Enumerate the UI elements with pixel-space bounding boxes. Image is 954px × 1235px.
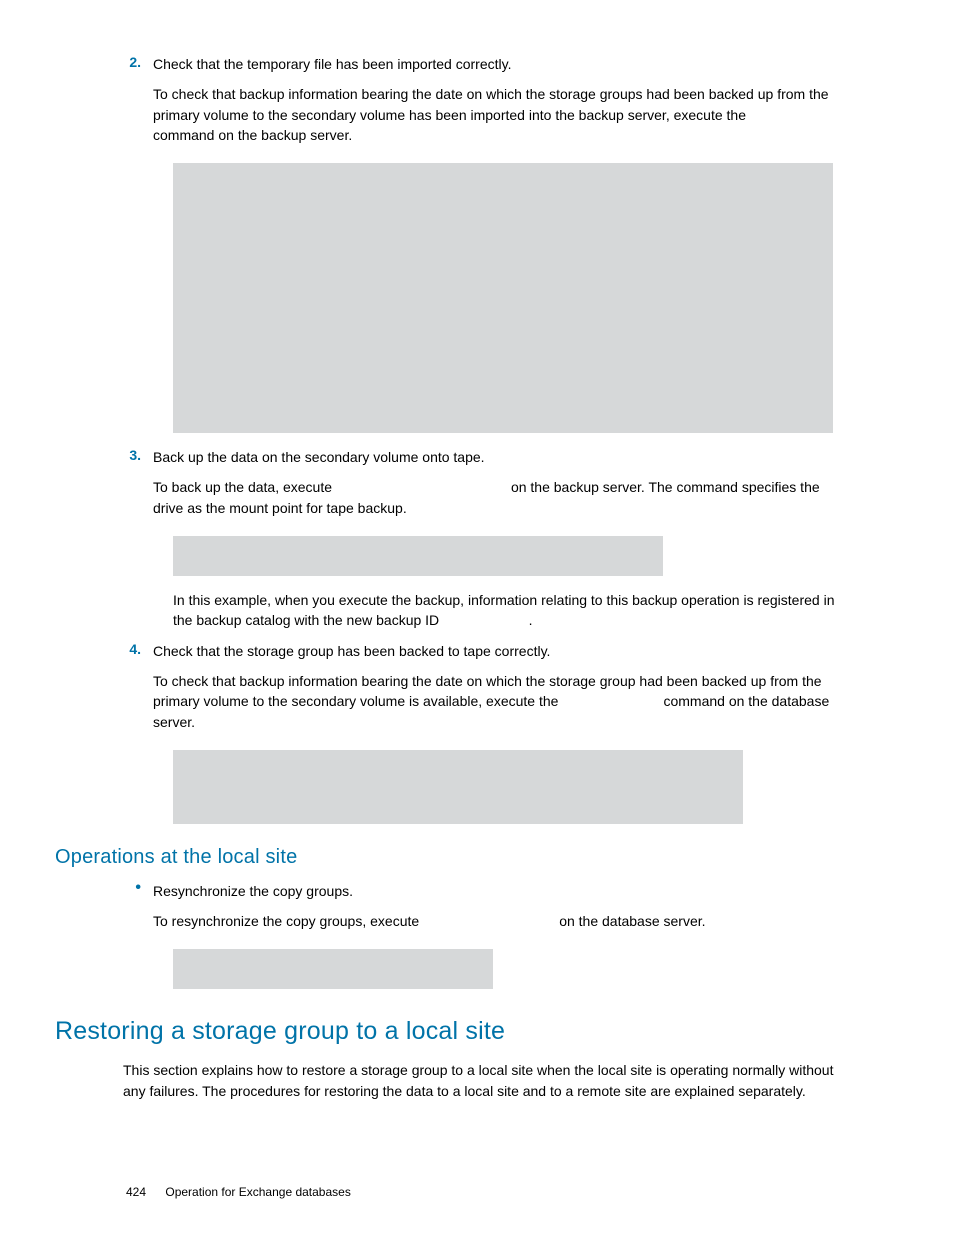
list-marker: 3.	[123, 447, 153, 463]
bullet-icon: •	[123, 881, 153, 895]
step-paragraph: To check that backup information bearing…	[153, 671, 856, 732]
list-item: 3. Back up the data on the secondary vol…	[123, 447, 856, 528]
list-item: 2. Check that the temporary file has bee…	[123, 54, 856, 155]
text-fragment: on the backup server. The command specif…	[511, 479, 820, 495]
list-item-body: Back up the data on the secondary volume…	[153, 447, 856, 528]
followup-paragraph: In this example, when you execute the ba…	[173, 590, 856, 631]
code-block	[173, 163, 833, 433]
step-title: Check that the temporary file has been i…	[153, 54, 856, 74]
code-block	[173, 949, 493, 989]
document-page: 2. Check that the temporary file has bee…	[0, 0, 954, 1235]
page-number: 424	[126, 1185, 146, 1199]
list-item-body: Check that the temporary file has been i…	[153, 54, 856, 155]
main-content: 2. Check that the temporary file has bee…	[103, 54, 856, 1101]
section-paragraph: This section explains how to restore a s…	[123, 1060, 856, 1101]
subsection-heading: Operations at the local site	[55, 846, 856, 869]
text-fragment: command on the backup server.	[153, 127, 352, 143]
text-fragment: on the database server.	[559, 913, 705, 929]
list-item: 4. Check that the storage group has been…	[123, 641, 856, 742]
list-marker: 2.	[123, 54, 153, 70]
text-fragment: To back up the data, execute	[153, 479, 332, 495]
code-block	[173, 536, 663, 576]
text-fragment: drive as the mount point for tape backup…	[153, 500, 407, 516]
step-title: Resynchronize the copy groups.	[153, 881, 856, 901]
list-item: • Resynchronize the copy groups. To resy…	[123, 881, 856, 942]
text-fragment: To resynchronize the copy groups, execut…	[153, 913, 419, 929]
ordered-list: 2. Check that the temporary file has bee…	[123, 54, 856, 824]
section-heading: Restoring a storage group to a local sit…	[55, 1017, 856, 1046]
text-fragment: .	[529, 612, 533, 628]
step-title: Back up the data on the secondary volume…	[153, 447, 856, 467]
bullet-list: • Resynchronize the copy groups. To resy…	[123, 881, 856, 990]
text-fragment: To check that backup information bearing…	[153, 86, 829, 122]
step-paragraph: To resynchronize the copy groups, execut…	[153, 911, 856, 931]
step-paragraph: To back up the data, execute on the back…	[153, 477, 856, 518]
step-title: Check that the storage group has been ba…	[153, 641, 856, 661]
code-block	[173, 750, 743, 824]
list-item-body: Resynchronize the copy groups. To resync…	[153, 881, 856, 942]
chapter-title: Operation for Exchange databases	[165, 1185, 350, 1199]
page-footer: 424 Operation for Exchange databases	[126, 1185, 351, 1199]
list-item-body: Check that the storage group has been ba…	[153, 641, 856, 742]
list-marker: 4.	[123, 641, 153, 657]
step-paragraph: To check that backup information bearing…	[153, 84, 856, 145]
